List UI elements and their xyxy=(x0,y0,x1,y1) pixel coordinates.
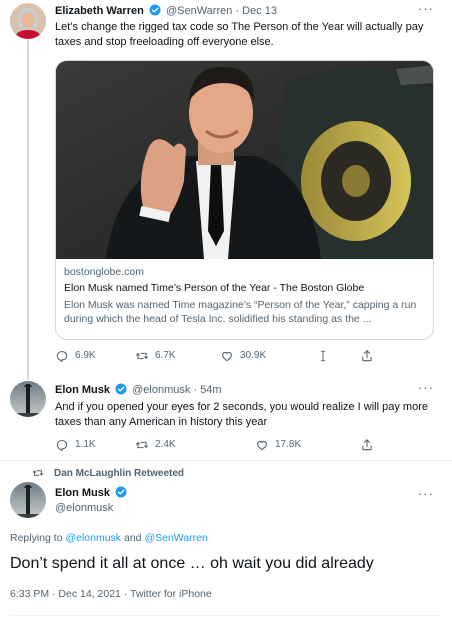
tweet-time[interactable]: Dec 13 xyxy=(242,5,277,17)
share-button[interactable] xyxy=(360,438,380,452)
replying-and: and xyxy=(123,532,142,544)
separator-dot: · xyxy=(235,5,240,17)
author-name[interactable]: Elon Musk xyxy=(55,487,110,499)
retweeted-banner[interactable]: Dan McLaughlin Retweeted xyxy=(32,467,184,479)
share-button[interactable] xyxy=(360,349,380,363)
card-description: Elon Musk was named Time magazine’s “Per… xyxy=(64,299,417,325)
focused-tweet-author: Elon Musk xyxy=(55,486,129,499)
reply-icon xyxy=(56,440,68,452)
tweet-text: Let’s change the rigged tax code so The … xyxy=(55,21,424,48)
author-handle[interactable]: @elonmusk xyxy=(55,502,113,514)
share-icon xyxy=(362,439,372,451)
tweet-actions: 1.1K 2.4K 17.8K xyxy=(55,438,435,454)
author-handle[interactable]: @SenWarren xyxy=(166,5,232,17)
tweet-warren[interactable]: Elizabeth Warren @SenWarren · Dec 13 ···… xyxy=(0,0,452,375)
reply-count: 6.9K xyxy=(75,350,96,361)
card-body: bostonglobe.com Elon Musk named Time’s P… xyxy=(64,265,432,326)
separator-dot: · xyxy=(193,384,198,396)
heart-icon xyxy=(222,351,232,362)
divider xyxy=(10,615,442,616)
avatar-warren[interactable] xyxy=(10,3,46,39)
divider xyxy=(0,460,452,461)
tweet-time[interactable]: 54m xyxy=(200,384,221,396)
reply-button[interactable]: 6.9K xyxy=(55,349,96,363)
text-cursor-icon xyxy=(320,350,326,362)
retweet-icon xyxy=(135,352,149,360)
focused-tweet-text: Don’t spend it all at once … oh wait you… xyxy=(10,555,374,572)
more-options-icon[interactable]: ··· xyxy=(418,2,434,15)
replying-user-link[interactable]: @elonmusk xyxy=(65,532,121,544)
avatar-musk-image xyxy=(10,482,46,518)
retweeted-label: Dan McLaughlin Retweeted xyxy=(54,467,185,479)
like-button[interactable]: 30.9K xyxy=(220,349,266,363)
heart-icon xyxy=(257,440,267,451)
like-button[interactable]: 17.8K xyxy=(255,438,301,452)
verified-badge-icon xyxy=(115,486,127,498)
avatar-musk-image xyxy=(10,381,46,417)
retweet-count: 2.4K xyxy=(155,439,176,450)
replying-to: Replying to @elonmusk and @SenWarren xyxy=(10,532,208,544)
retweet-count: 6.7K xyxy=(155,350,176,361)
tweet-musk-reply[interactable]: Elon Musk @elonmusk · 54m ··· And if you… xyxy=(0,375,452,460)
reply-icon xyxy=(56,351,68,363)
author-handle[interactable]: @elonmusk xyxy=(132,384,190,396)
tweet-meta[interactable]: 6:33 PM · Dec 14, 2021 · Twitter for iPh… xyxy=(10,588,212,600)
retweet-button[interactable]: 6.7K xyxy=(135,349,176,363)
replying-user-link[interactable]: @SenWarren xyxy=(144,532,207,544)
retweet-icon xyxy=(32,470,44,476)
retweet-icon xyxy=(135,441,149,449)
reply-button[interactable]: 1.1K xyxy=(55,438,96,452)
retweet-button[interactable]: 2.4K xyxy=(135,438,176,452)
tweet-text: And if you opened your eyes for 2 second… xyxy=(55,401,428,428)
card-image xyxy=(56,61,433,259)
more-options-icon[interactable]: ··· xyxy=(418,381,434,394)
share-icon xyxy=(362,350,372,362)
more-options-icon[interactable]: ··· xyxy=(418,487,434,500)
card-title: Elon Musk named Time’s Person of the Yea… xyxy=(64,282,365,294)
verified-badge-icon xyxy=(149,4,161,16)
author-name[interactable]: Elizabeth Warren xyxy=(55,5,144,17)
like-count: 30.9K xyxy=(240,350,267,361)
like-count: 17.8K xyxy=(275,439,302,450)
replying-prefix: Replying to xyxy=(10,532,63,544)
card-domain: bostonglobe.com xyxy=(64,266,144,278)
avatar-warren-image xyxy=(10,3,46,39)
link-card[interactable]: bostonglobe.com Elon Musk named Time’s P… xyxy=(55,60,434,340)
reply-count: 1.1K xyxy=(75,439,96,450)
text-cursor-marker xyxy=(316,349,336,363)
tweet-header: Elizabeth Warren @SenWarren · Dec 13 xyxy=(55,4,277,17)
tweet-header: Elon Musk @elonmusk · 54m xyxy=(55,383,222,396)
avatar-musk-focused[interactable] xyxy=(10,482,46,518)
author-name[interactable]: Elon Musk xyxy=(55,384,110,396)
avatar-musk[interactable] xyxy=(10,381,46,417)
tweet-actions: 6.9K 6.7K 30.9K xyxy=(55,349,435,365)
verified-badge-icon xyxy=(115,383,127,395)
